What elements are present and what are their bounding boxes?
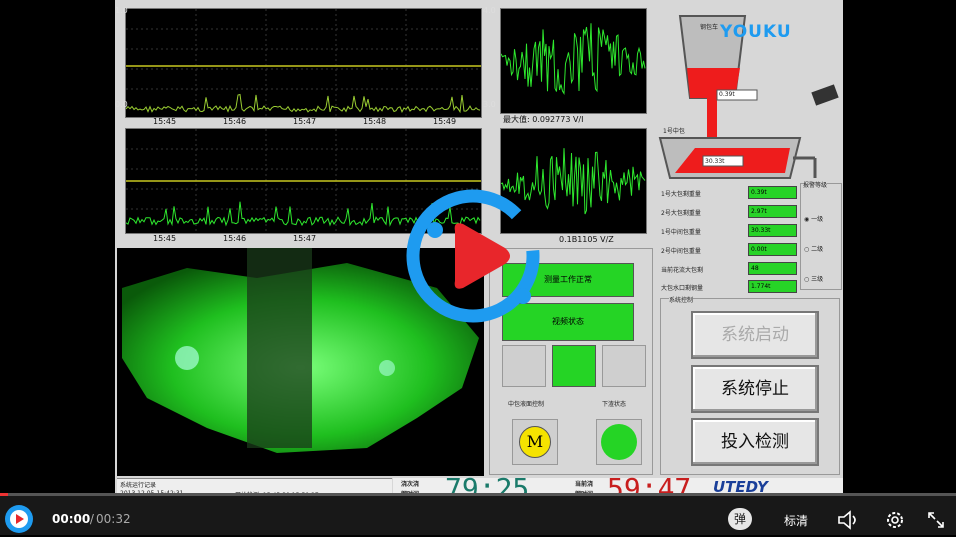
ytick: 4.0 xyxy=(483,6,496,15)
waveform-plot-top xyxy=(500,8,647,114)
tundish-weight: 30.33t xyxy=(705,158,725,165)
progress-bar[interactable] xyxy=(0,493,956,496)
readout-value: 30.33t xyxy=(748,224,797,237)
indicator-box-right xyxy=(602,345,646,387)
readout-label: 2号中间包重量 xyxy=(661,248,701,255)
system-start-button[interactable]: 系统启动 xyxy=(691,311,819,359)
trend-plot-top-svg xyxy=(125,9,481,117)
system-stop-button[interactable]: 系统停止 xyxy=(691,365,819,413)
fullscreen-icon[interactable] xyxy=(926,510,946,534)
play-icon xyxy=(10,510,28,528)
readout-label: 1号大包剩重量 xyxy=(661,191,701,198)
m-indicator-icon: M xyxy=(519,426,551,458)
alarm-option-2[interactable]: ○ 二级 xyxy=(804,236,823,255)
timer2-label: 当前浇 xyxy=(575,481,594,488)
progress-fill xyxy=(0,493,8,496)
alarm-option-label: 二级 xyxy=(811,246,824,253)
big-play-button[interactable] xyxy=(393,186,553,326)
quality-button[interactable]: 标清 xyxy=(784,512,808,529)
letterbox-right xyxy=(843,0,956,500)
tundish-control-label: 中包液面控制 xyxy=(508,401,545,408)
play-pause-button[interactable] xyxy=(5,505,33,533)
readout-value: 48 xyxy=(748,262,797,275)
play-icon xyxy=(406,189,540,323)
camera-icon xyxy=(811,84,839,106)
time-tick: 15:49 xyxy=(433,117,457,126)
trend-series-top xyxy=(125,93,481,114)
system-control-title: 系统控制 xyxy=(669,295,694,304)
time-tick: 15:45 xyxy=(153,117,177,126)
alarm-option-label: 三级 xyxy=(811,276,824,283)
lower-status-label: 下渣状态 xyxy=(602,401,627,408)
readout-label: 大包水口剩钢量 xyxy=(661,285,704,292)
timer1-label: 浇次浇 xyxy=(401,481,420,488)
time-tick: 15:48 xyxy=(363,117,387,126)
duration: 00:32 xyxy=(96,512,131,526)
readout-label: 当前花流大包剩 xyxy=(661,267,704,274)
waveform-series-top xyxy=(500,23,646,96)
log-title: 系统运行记录 xyxy=(120,482,157,489)
start-detect-button[interactable]: 投入检测 xyxy=(691,418,819,466)
alarm-option-label: 一级 xyxy=(811,216,824,223)
ladle-label: 钢包车 xyxy=(700,24,719,31)
time-tick: 15:47 xyxy=(293,234,317,243)
alarm-option-1[interactable]: ◉ 一级 xyxy=(804,206,823,225)
readout-value: 1.774t xyxy=(748,280,797,293)
readout-value: 2.97t xyxy=(748,205,797,218)
time-tick: 15:45 xyxy=(153,234,177,243)
alarm-panel: 报警等级 ◉ 一级 ○ 二级 ○ 三级 xyxy=(800,180,842,290)
waveform-bottom-caption: 0.1B1105 V/Z xyxy=(559,235,614,244)
player-control-bar xyxy=(0,495,956,535)
indicator-box-center xyxy=(552,345,596,387)
time-tick: 15:46 xyxy=(223,117,247,126)
readout-label: 1号中间包重量 xyxy=(661,229,701,236)
settings-gear-icon[interactable] xyxy=(885,510,905,534)
ytick: 0.0 xyxy=(115,100,128,109)
video-frame[interactable]: 1.0 0.0 4.0 3.0 15:45 15:46 15:47 15:48 … xyxy=(115,0,843,500)
alarm-option-3[interactable]: ○ 三级 xyxy=(804,266,823,285)
current-time: 00:00 xyxy=(52,512,91,526)
trend-plot-top xyxy=(125,8,482,118)
time-axis-top: 15:45 15:46 15:47 15:48 15:49 xyxy=(125,117,480,127)
time-tick: 15:46 xyxy=(223,234,247,243)
status-light-icon xyxy=(601,424,637,460)
readout-value: 0.39t xyxy=(748,186,797,199)
ytick: 3.0 xyxy=(483,100,496,109)
lower-status-indicator xyxy=(596,419,642,465)
ytick: 1.0 xyxy=(115,6,128,15)
motor-control-button[interactable]: M xyxy=(512,419,558,465)
readout-label: 2号大包剩重量 xyxy=(661,210,701,217)
indicator-box-left xyxy=(502,345,546,387)
alarm-title: 报警等级 xyxy=(803,180,828,189)
tundish-label: 1号中包 xyxy=(663,128,685,135)
volume-icon[interactable] xyxy=(837,510,861,534)
waveform-top-caption: 最大值: 0.092773 V/I xyxy=(503,115,584,124)
letterbox-left xyxy=(0,0,115,500)
danmu-button[interactable]: 弹 xyxy=(728,508,752,530)
readout-value: 0.00t xyxy=(748,243,797,256)
youku-watermark: YOUKU xyxy=(720,22,792,42)
time-tick: 15:47 xyxy=(293,117,317,126)
ladle-weight: 0.39t xyxy=(719,91,735,98)
